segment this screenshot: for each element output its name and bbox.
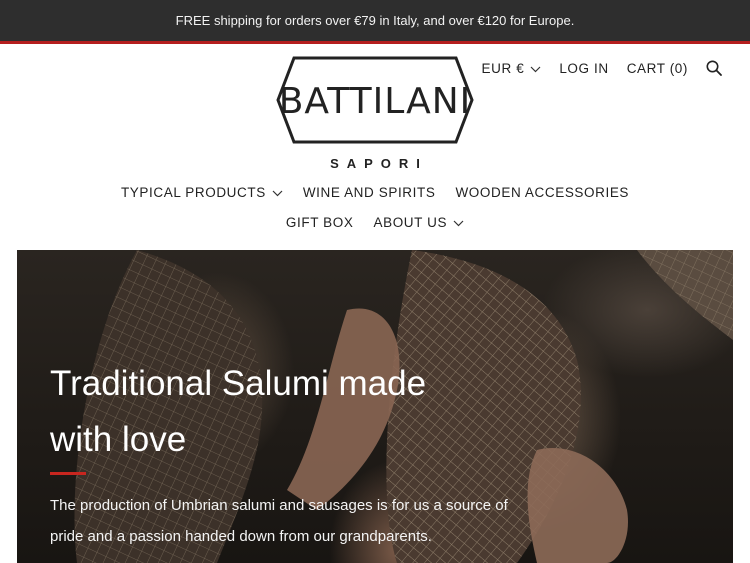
hero-description: The production of Umbrian salumi and sau…: [50, 497, 508, 545]
nav-item-about-us[interactable]: ABOUT US: [373, 215, 464, 230]
chevron-down-icon: [530, 61, 541, 76]
hero-title: Traditional Salumi made with love: [50, 364, 427, 459]
nav-label: GIFT BOX: [285, 215, 354, 230]
nav-item-wooden-accessories[interactable]: WOODEN ACCESSORIES: [455, 185, 629, 200]
chevron-down-icon: [272, 185, 283, 200]
currency-selector[interactable]: EUR €: [482, 61, 542, 76]
announcement-text: FREE shipping for orders over €79 in Ita…: [175, 13, 575, 28]
nav-label: ABOUT US: [373, 215, 448, 230]
main-nav-row-2: GIFT BOX ABOUT US: [0, 215, 750, 230]
nav-label: WINE AND SPIRITS: [302, 185, 436, 200]
announcement-bar: FREE shipping for orders over €79 in Ita…: [0, 0, 750, 44]
hero-divider: [50, 472, 86, 475]
login-link[interactable]: LOG IN: [559, 61, 608, 76]
logo-wordmark: BATTILANI: [279, 81, 472, 122]
cart-link[interactable]: CART (0): [627, 61, 688, 76]
nav-item-typical-products[interactable]: TYPICAL PRODUCTS: [121, 185, 283, 200]
logo-subtitle: SAPORI: [330, 156, 428, 171]
nav-item-gift-box[interactable]: GIFT BOX: [286, 215, 354, 230]
site-logo[interactable]: BATTILANI: [276, 56, 474, 144]
nav-item-wine-and-spirits[interactable]: WINE AND SPIRITS: [303, 185, 436, 200]
currency-label: EUR €: [481, 60, 525, 76]
chevron-down-icon: [453, 215, 464, 230]
login-label: LOG IN: [559, 60, 609, 76]
nav-label: WOODEN ACCESSORIES: [455, 185, 630, 200]
hero-banner: Traditional Salumi made with love The pr…: [17, 250, 733, 563]
nav-label: TYPICAL PRODUCTS: [120, 185, 266, 200]
search-icon[interactable]: [706, 60, 722, 76]
main-nav-row-1: TYPICAL PRODUCTS WINE AND SPIRITS WOODEN…: [0, 185, 750, 200]
header-tools: EUR € LOG IN CART (0): [482, 60, 722, 76]
cart-label: CART (0): [626, 60, 688, 76]
